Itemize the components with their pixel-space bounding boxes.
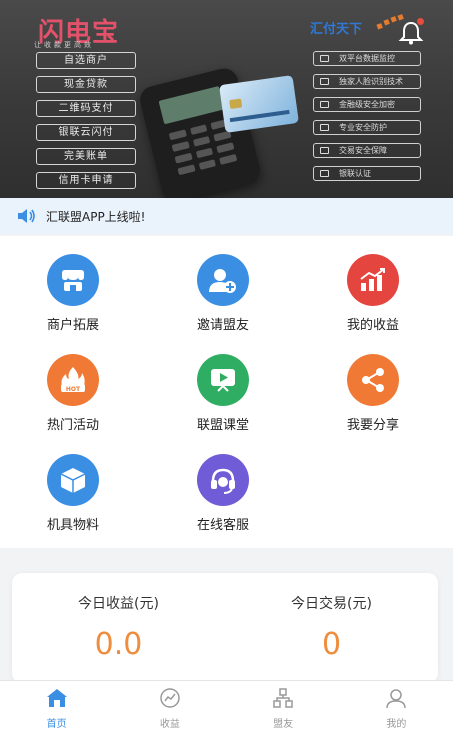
menu-item-label: 邀请盟友 xyxy=(196,318,249,333)
bank-card-image xyxy=(219,75,299,133)
tab-label: 收益 xyxy=(159,719,180,730)
menu-item-label: 商户拓展 xyxy=(46,318,99,333)
menu-item-alliance-class[interactable]: 联盟课堂 xyxy=(163,336,283,433)
menu-item-merchant-expansion[interactable]: 商户拓展 xyxy=(13,236,133,333)
hot-fire-icon: HOT xyxy=(47,354,99,406)
banner-feature-pill: 完美账单 xyxy=(36,148,136,165)
video-class-icon xyxy=(197,354,249,406)
bottom-tab-bar: 首页 收益 盟友 我的 xyxy=(0,680,453,732)
banner-security-pill: 双平台数据监控 xyxy=(313,51,421,66)
today-income-value: 0.0 xyxy=(94,627,143,662)
menu-item-online-support[interactable]: 在线客服 xyxy=(163,436,283,533)
menu-item-label: 联盟课堂 xyxy=(196,418,249,433)
menu-item-label: 我要分享 xyxy=(346,418,399,433)
tab-earnings[interactable]: 收益 xyxy=(113,681,226,732)
today-income-stat: 今日收益(元) 0.0 xyxy=(12,593,225,662)
box-icon xyxy=(47,454,99,506)
menu-item-equipment-materials[interactable]: 机具物料 xyxy=(13,436,133,533)
share-icon xyxy=(347,354,399,406)
menu-item-invite-ally[interactable]: 邀请盟友 xyxy=(163,236,283,333)
banner-logo-subtitle: 让收款更高效 xyxy=(34,41,94,49)
banner-feature-pill: 银联云闪付 xyxy=(36,124,136,141)
today-stats-card[interactable]: 今日收益(元) 0.0 今日交易(元) 0 xyxy=(12,573,438,683)
encryption-icon xyxy=(320,101,329,108)
home-icon xyxy=(46,689,67,707)
pos-screen xyxy=(158,86,225,125)
banner-feature-list-left: 自选商户 现金贷款 二维码支付 银联云闪付 完美账单 信用卡申请 xyxy=(36,52,136,196)
banner-feature-list-right: 双平台数据监控 独家人脸识别技术 金融级安全加密 专业安全防护 交易安全保障 银… xyxy=(313,51,421,189)
banner-security-pill: 金融级安全加密 xyxy=(313,97,421,112)
today-trade-value: 0 xyxy=(321,627,342,662)
speaker-icon xyxy=(18,209,35,223)
today-trade-title: 今日交易(元) xyxy=(291,596,372,612)
network-icon xyxy=(273,688,293,708)
monitor-icon xyxy=(320,55,329,62)
menu-item-label: 热门活动 xyxy=(46,418,99,433)
banner-feature-pill: 二维码支付 xyxy=(36,100,136,117)
notification-bell-icon[interactable] xyxy=(398,18,424,46)
menu-item-label: 我的收益 xyxy=(346,318,399,333)
banner-feature-pill: 现金贷款 xyxy=(36,76,136,93)
promo-banner[interactable]: 闪电宝 让收款更高效 自选商户 现金贷款 二维码支付 银联云闪付 完美账单 信用… xyxy=(0,0,453,198)
user-icon xyxy=(386,689,407,709)
menu-item-label: 机具物料 xyxy=(46,518,99,533)
menu-item-my-earnings[interactable]: 我的收益 xyxy=(313,236,433,333)
today-income-title: 今日收益(元) xyxy=(78,596,159,612)
menu-item-share[interactable]: 我要分享 xyxy=(313,336,433,433)
banner-feature-pill: 信用卡申请 xyxy=(36,172,136,189)
tab-label: 我的 xyxy=(386,719,407,730)
shop-icon xyxy=(47,254,99,306)
tab-label: 盟友 xyxy=(273,719,294,730)
today-trade-stat: 今日交易(元) 0 xyxy=(225,593,438,662)
banner-security-pill: 独家人脸识别技术 xyxy=(313,74,421,89)
svg-text:HOT: HOT xyxy=(66,386,81,393)
banner-security-pill: 交易安全保障 xyxy=(313,143,421,158)
face-id-icon xyxy=(320,78,329,85)
shield-icon xyxy=(320,124,329,131)
partner-brand: 汇付天下 xyxy=(310,22,363,37)
chart-icon xyxy=(160,688,180,708)
banner-feature-pill: 自选商户 xyxy=(36,52,136,69)
add-user-icon xyxy=(197,254,249,306)
announcement-text: 汇联盟APP上线啦! xyxy=(46,209,146,224)
feature-menu-grid: 商户拓展 邀请盟友 我的收益 HOT 热门活动 联盟课堂 我要分享 机具物料 在… xyxy=(0,236,453,548)
tab-label: 首页 xyxy=(46,719,67,730)
banner-security-pill: 专业安全防护 xyxy=(313,120,421,135)
menu-item-label: 在线客服 xyxy=(196,518,249,533)
tab-mine[interactable]: 我的 xyxy=(340,681,453,732)
book-icon xyxy=(320,170,329,177)
menu-item-hot-events[interactable]: HOT 热门活动 xyxy=(13,336,133,433)
tab-allies[interactable]: 盟友 xyxy=(227,681,340,732)
announcement-bar[interactable]: 汇联盟APP上线啦! xyxy=(0,198,453,234)
growth-chart-icon xyxy=(347,254,399,306)
headset-icon xyxy=(197,454,249,506)
banner-security-pill: 银联认证 xyxy=(313,166,421,181)
tab-home[interactable]: 首页 xyxy=(0,681,113,732)
cart-icon xyxy=(320,147,329,154)
notification-badge xyxy=(417,18,424,25)
